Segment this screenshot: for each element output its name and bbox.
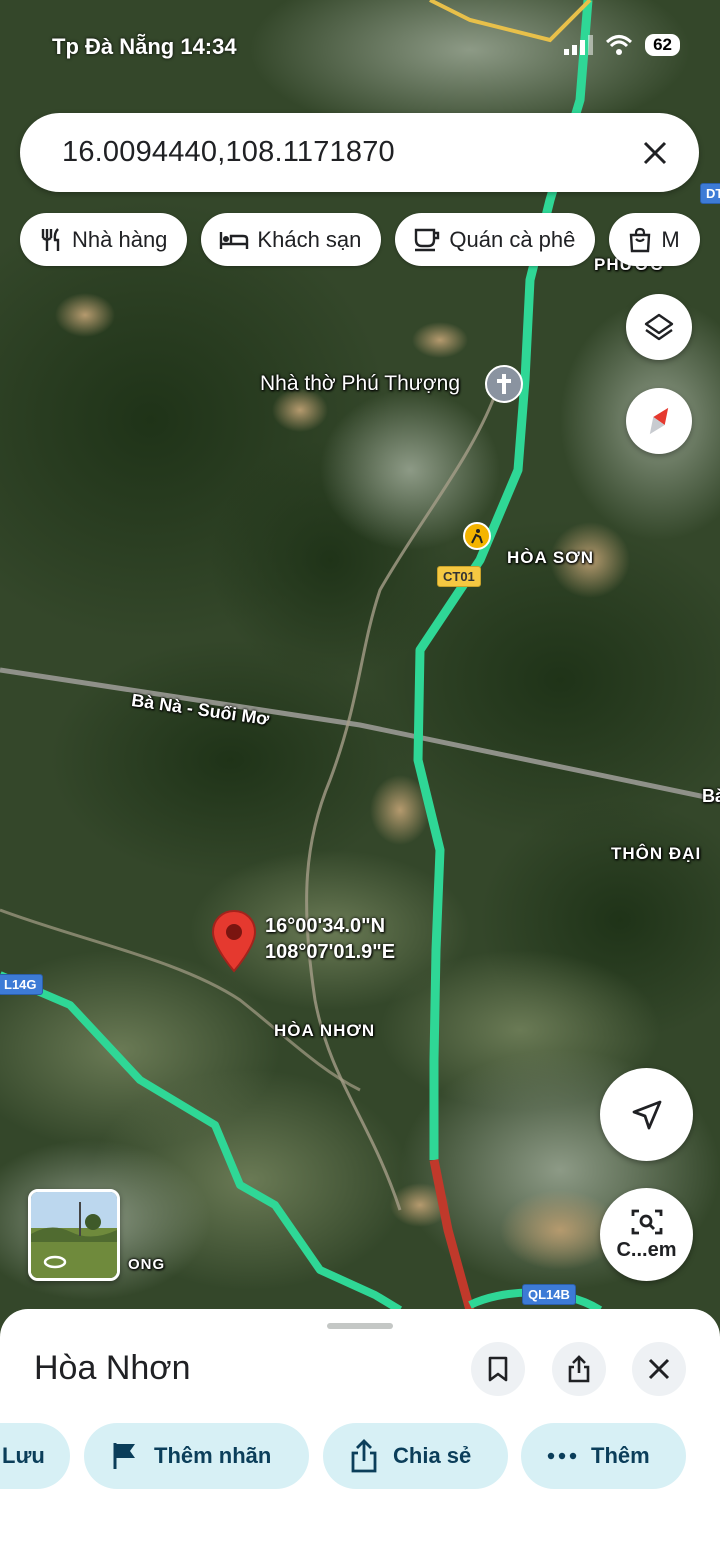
area-label-thon-dai: THÔN ĐẠI	[611, 844, 702, 863]
action-label: Lưu	[2, 1443, 45, 1468]
share-icon-button[interactable]	[552, 1342, 606, 1396]
area-label-hoa-son: HÒA SƠN	[507, 548, 594, 567]
road-shield-ct01: CT01	[437, 566, 481, 587]
action-buttons: Lưu Thêm nhãn Chia sẻ Thêm	[0, 1423, 720, 1489]
chip-shopping[interactable]: M	[609, 213, 700, 266]
maps-screen: Nhà thờ Phú Thượng HÒA SƠN THÔN ĐẠI HÒA …	[0, 0, 720, 1560]
place-title: Hòa Nhơn	[34, 1349, 191, 1387]
lens-button[interactable]: C...em	[600, 1188, 693, 1281]
camera-search-icon	[631, 1209, 662, 1235]
share-icon	[351, 1439, 377, 1473]
chip-label: Nhà hàng	[72, 226, 168, 252]
shopping-bag-icon	[630, 227, 651, 252]
share-icon	[568, 1355, 590, 1383]
flag-icon	[113, 1443, 135, 1469]
more-icon	[547, 1452, 577, 1460]
pin-longitude: 108°07'01.9"E	[265, 941, 396, 963]
poi-label[interactable]: Nhà thờ Phú Thượng	[260, 372, 460, 396]
road-shield-l14g: L14G	[0, 974, 43, 995]
action-label: Chia sẻ	[393, 1443, 472, 1468]
status-time: Tp Đà Nẵng 14:34	[52, 34, 237, 59]
chip-label: Quán cà phê	[449, 226, 576, 252]
action-label: Thêm nhãn	[154, 1443, 272, 1468]
street-view-image	[31, 1192, 117, 1278]
pin-coordinates: 16°00'34.0"N 108°07'01.9"E	[265, 913, 395, 965]
close-icon	[648, 1358, 670, 1380]
directions-button[interactable]	[600, 1068, 693, 1161]
chip-hotels[interactable]: Khách sạn	[201, 213, 382, 266]
chip-cafes[interactable]: Quán cà phê	[395, 213, 596, 266]
battery-indicator: 62	[645, 34, 680, 56]
more-action-button[interactable]: Thêm	[521, 1423, 686, 1489]
share-action-button[interactable]: Chia sẻ	[323, 1423, 508, 1489]
chip-restaurants[interactable]: Nhà hàng	[20, 213, 188, 266]
chip-label: Khách sạn	[257, 226, 362, 252]
compass-icon	[649, 407, 669, 435]
location-pin-icon[interactable]	[211, 909, 257, 978]
sheet-drag-handle[interactable]	[327, 1323, 393, 1329]
road-label-ba: Bà	[702, 786, 720, 806]
road-shield-ql14b: QL14B	[522, 1284, 576, 1305]
coffee-icon	[415, 228, 440, 251]
search-bar[interactable]: 16.0094440,108.1171870	[20, 113, 699, 192]
save-action-button[interactable]: Lưu	[0, 1423, 70, 1489]
signal-icon	[564, 35, 594, 55]
layers-button[interactable]	[626, 294, 692, 360]
bookmark-icon	[488, 1356, 508, 1382]
lens-label: C...em	[616, 1239, 677, 1261]
action-label: Thêm	[591, 1443, 650, 1468]
close-icon	[643, 141, 667, 164]
area-label-ong: ONG	[128, 1256, 166, 1273]
chip-label: M	[661, 226, 680, 252]
category-chips: Nhà hàng Khách sạn Quán cà phê M	[20, 213, 700, 266]
area-label-hoa-nhon: HÒA NHƠN	[274, 1021, 376, 1040]
hotel-icon	[220, 231, 249, 249]
wifi-icon	[606, 35, 633, 55]
place-bottom-sheet: Hòa Nhơn Lưu Thêm nhãn Chia sẻ Thêm	[0, 1309, 720, 1560]
close-sheet-button[interactable]	[632, 1342, 686, 1396]
church-icon[interactable]	[485, 365, 523, 403]
add-label-button[interactable]: Thêm nhãn	[84, 1423, 309, 1489]
navigation-arrow-icon	[632, 1100, 661, 1129]
road-shield-dt: DT	[700, 183, 720, 204]
construction-icon[interactable]	[463, 522, 491, 550]
restaurant-icon	[41, 227, 60, 251]
save-icon-button[interactable]	[471, 1342, 525, 1396]
street-view-thumbnail[interactable]	[28, 1189, 120, 1281]
status-bar: Tp Đà Nẵng 14:34 62	[0, 28, 720, 68]
compass-button[interactable]	[626, 388, 692, 454]
layers-icon	[644, 313, 674, 341]
search-query[interactable]: 16.0094440,108.1171870	[62, 136, 635, 169]
clear-search-button[interactable]	[635, 133, 675, 173]
pin-latitude: 16°00'34.0"N	[265, 915, 386, 937]
